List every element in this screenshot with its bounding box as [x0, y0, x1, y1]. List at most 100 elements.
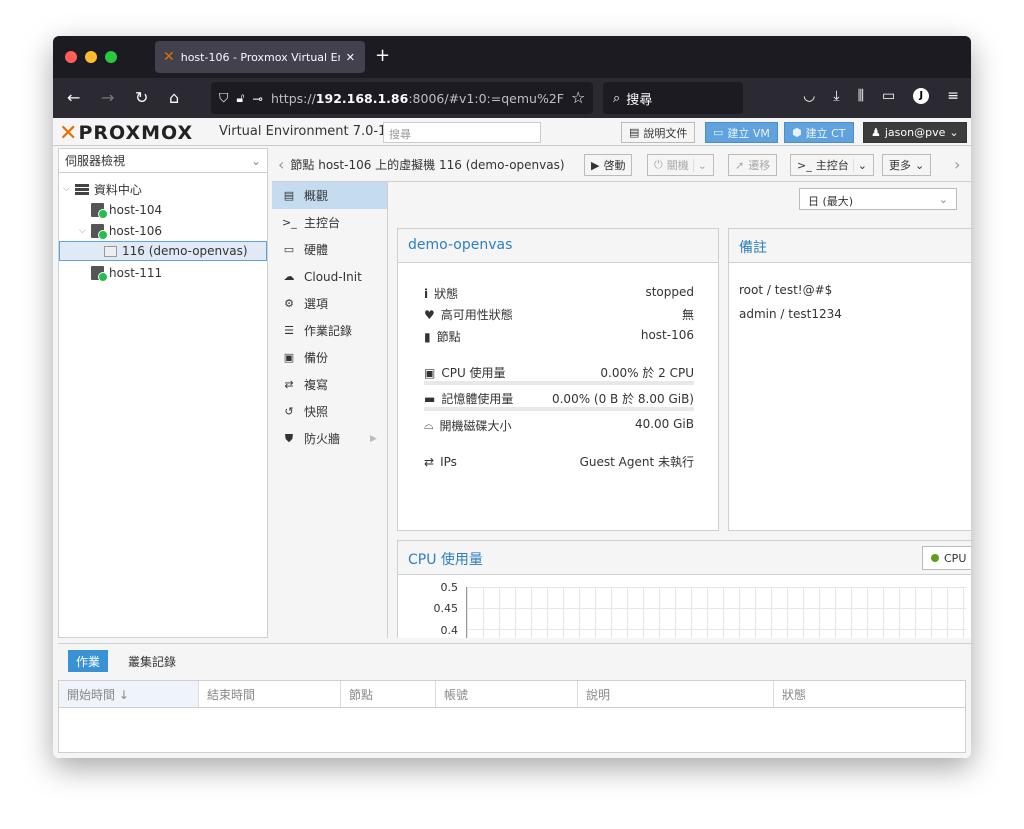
download-icon[interactable]: ⤓ — [833, 88, 839, 104]
key-icon[interactable]: ⊸ — [253, 91, 263, 106]
hamburger-menu-icon[interactable]: ≡ — [947, 88, 959, 104]
menu-item-snapshots[interactable]: ↺ 快照 — [272, 398, 387, 425]
menu-item-options[interactable]: ⚙ 選項 — [272, 290, 387, 317]
column-end-time[interactable]: 結束時間 — [199, 681, 341, 707]
menu-item-backup[interactable]: ▣ 備份 — [272, 344, 387, 371]
pocket-icon[interactable]: ◡ — [803, 88, 815, 104]
library-icon[interactable]: ⫼ — [858, 88, 864, 104]
start-button[interactable]: ▶ 啓動 — [584, 154, 633, 176]
menu-item-summary[interactable]: ▤ 概觀 — [272, 182, 387, 209]
column-node[interactable]: 節點 — [341, 681, 436, 707]
home-icon[interactable]: ⌂ — [169, 88, 179, 107]
vm-nav-menu: ▤ 概觀 >_ 主控台 ▭ 硬體 ☁ Cloud-Init ⚙ 選項 ☰ 作業記錄 ▣ 備份 … — [272, 182, 388, 638]
sidebar-icon[interactable]: ▭ — [882, 88, 895, 104]
create-ct-button[interactable]: ⬢ 建立 CT — [784, 122, 854, 143]
tab-tasks[interactable]: 作業 — [68, 650, 109, 672]
resource-tree: 伺服器檢視 ⌄ ⌵ 資料中心 host-104 ⌵ host-106 116 (… — [58, 148, 268, 638]
column-start-time[interactable]: 開始時間 ↓ — [59, 681, 199, 707]
status-row-ips: ⇄ IPs Guest Agent 未執行 — [424, 453, 694, 470]
monitor-icon: ▭ — [283, 243, 295, 256]
chevron-down-icon[interactable]: ⌄ — [692, 158, 707, 172]
notes-panel-title: 備註 — [729, 229, 971, 263]
browser-search-field[interactable]: ⌕ 搜尋 — [603, 82, 743, 114]
migrate-button[interactable]: ➚ 遷移 — [728, 154, 778, 176]
menu-item-replication[interactable]: ⇄ 複寫 — [272, 371, 387, 398]
user-menu-button[interactable]: ♟ jason@pve ⌄ — [863, 122, 967, 143]
column-status[interactable]: 狀態 — [774, 681, 964, 707]
view-selector[interactable]: 伺服器檢視 ⌄ — [59, 149, 267, 173]
menu-item-label: 備份 — [304, 351, 329, 365]
desktop-icon: ▭ — [713, 126, 724, 139]
browser-tools: ◡ ⤓ ⫼ ▭ J ≡ — [803, 88, 959, 104]
bookmark-star-icon[interactable]: ☆ — [571, 88, 585, 107]
column-description[interactable]: 說明 — [578, 681, 774, 707]
browser-tab[interactable]: ✕ host-106 - Proxmox Virtual Envi ✕ — [155, 41, 365, 73]
row-label: 節點 — [436, 330, 461, 344]
menu-item-label: 概觀 — [304, 189, 329, 203]
minimize-window-button[interactable] — [85, 51, 97, 63]
more-label: 更多 — [889, 159, 911, 172]
status-row-ha: ♥ 高可用性狀態 無 — [424, 306, 694, 323]
menu-item-firewall[interactable]: ⛊ 防火牆 ▶ — [272, 425, 387, 452]
close-window-button[interactable] — [65, 51, 77, 63]
row-label: 狀態 — [434, 287, 459, 301]
forward-arrow-icon[interactable]: → — [101, 88, 114, 107]
close-tab-icon[interactable]: ✕ — [346, 51, 355, 64]
tree-item-label: 116 (demo-openvas) — [122, 244, 248, 258]
more-button[interactable]: 更多 ⌄ — [882, 154, 932, 176]
tree-item-vm-116[interactable]: 116 (demo-openvas) — [59, 241, 267, 261]
menu-item-label: 硬體 — [304, 243, 329, 257]
tree-item-datacenter[interactable]: ⌵ 資料中心 — [63, 179, 142, 199]
row-label: 記憶體使用量 — [441, 392, 514, 406]
console-button[interactable]: >_ 主控台 ⌄ — [790, 154, 874, 176]
chevron-down-icon[interactable]: ⌄ — [852, 158, 867, 172]
shield-icon: ⛊ — [284, 431, 294, 445]
back-arrow-icon[interactable]: ← — [67, 88, 80, 107]
floppy-icon: ▣ — [283, 351, 295, 364]
y-tick-label: 0.5 — [440, 581, 459, 594]
lock-warning-icon[interactable]: 🔓︎ — [236, 90, 244, 106]
search-icon: ⌕ — [613, 90, 621, 106]
power-icon: ⏻ — [654, 158, 663, 171]
create-vm-button[interactable]: ▭ 建立 VM — [705, 122, 778, 143]
summary-view: 日 (最大) ⌄ demo-openvas i 狀態 stopped ♥ 高可用性狀態… — [389, 182, 971, 638]
tree-item-host-106[interactable]: ⌵ host-106 — [79, 221, 162, 241]
reload-icon[interactable]: ↻ — [135, 88, 148, 107]
tab-title: host-106 - Proxmox Virtual Envi — [180, 50, 340, 64]
chevron-left-icon[interactable]: ‹ — [278, 155, 284, 174]
row-label: CPU 使用量 — [441, 366, 506, 380]
address-bar[interactable]: ⛉ 🔓︎ ⊸ https://192.168.1.86:8006/#v1:0:=… — [211, 82, 593, 114]
tree-item-host-111[interactable]: host-111 — [91, 263, 162, 283]
zoom-window-button[interactable] — [105, 51, 117, 63]
collapse-icon[interactable]: ⌵ — [63, 184, 70, 194]
collapse-icon[interactable]: ⌵ — [79, 226, 86, 236]
list-icon: ☰ — [284, 324, 294, 337]
column-user[interactable]: 帳號 — [436, 681, 578, 707]
menu-item-task-history[interactable]: ☰ 作業記錄 — [272, 317, 387, 344]
new-tab-button[interactable]: + — [375, 45, 390, 66]
shield-icon[interactable]: ⛉ — [219, 90, 228, 106]
timeframe-select[interactable]: 日 (最大) ⌄ — [799, 188, 957, 210]
menu-item-cloud-init[interactable]: ☁ Cloud-Init — [272, 263, 387, 290]
tree-item-host-104[interactable]: host-104 — [91, 200, 162, 220]
profile-avatar[interactable]: J — [913, 88, 930, 104]
menu-item-console[interactable]: >_ 主控台 — [272, 209, 387, 236]
proxmox-favicon-icon: ✕ — [163, 49, 175, 65]
tree-item-label: 資料中心 — [93, 182, 142, 197]
cpu-legend-button[interactable]: CPU — [922, 546, 971, 570]
play-icon: ▶ — [591, 158, 600, 172]
shutdown-button[interactable]: ⏻ 關機 ⌄ — [647, 154, 714, 176]
chevron-right-icon[interactable]: › — [954, 155, 960, 174]
server-online-icon — [91, 266, 108, 282]
cpu-chart-grid — [466, 587, 966, 638]
docs-button[interactable]: ▤ 說明文件 — [621, 122, 696, 143]
chevron-down-icon: ⌄ — [915, 158, 925, 172]
menu-item-label: 選項 — [304, 297, 329, 311]
info-icon: i — [424, 286, 429, 301]
expand-arrow-icon[interactable]: ▶ — [370, 434, 377, 444]
tab-cluster-log[interactable]: 叢集記錄 — [120, 650, 184, 672]
resource-search-input[interactable]: 搜尋 — [383, 122, 541, 143]
docs-label: 說明文件 — [643, 126, 688, 140]
server-online-icon — [91, 203, 108, 219]
menu-item-hardware[interactable]: ▭ 硬體 — [272, 236, 387, 263]
